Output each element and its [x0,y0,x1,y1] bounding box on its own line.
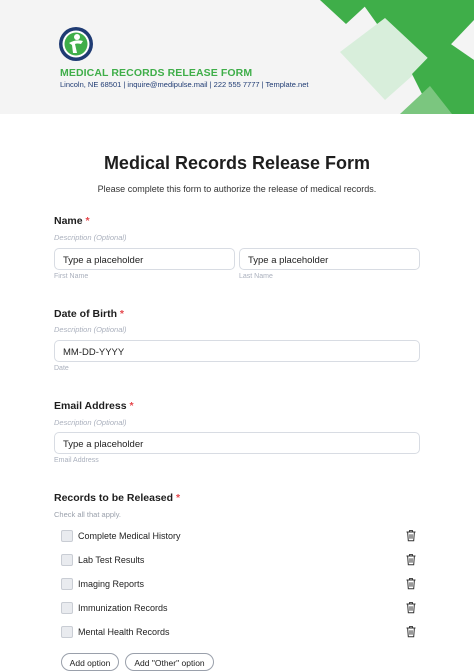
last-name-sublabel: Last Name [239,273,273,280]
dob-label: Date of Birth * [54,308,124,320]
email-label: Email Address * [54,400,134,412]
form-header: MEDICAL RECORDS RELEASE FORM Lincoln, NE… [0,0,474,114]
email-label-text: Email Address [54,400,127,412]
form-title: Medical Records Release Form [103,153,371,173]
dob-input[interactable]: MM-DD-YYYY [54,340,420,362]
dob-label-text: Date of Birth [54,308,117,320]
option-label: Mental Health Records [78,627,170,637]
first-name-input[interactable]: Type a placeholder [54,248,235,270]
first-name-sublabel: First Name [54,273,89,280]
option-label: Immunization Records [78,603,168,613]
trash-icon[interactable] [405,601,417,614]
option-label: Lab Test Results [78,555,145,565]
checkbox[interactable] [61,626,73,638]
dob-description[interactable]: Description (Optional) [54,325,127,334]
last-name-input[interactable]: Type a placeholder [239,248,420,270]
checkbox[interactable] [61,602,73,614]
add-option-button[interactable]: Add option [61,653,119,671]
list-item: Mental Health Records [61,626,421,640]
form-subtitle: Please complete this form to authorize t… [97,184,377,194]
brand-title: MEDICAL RECORDS RELEASE FORM [60,67,253,79]
records-label-text: Records to be Released [54,492,174,504]
name-description[interactable]: Description (Optional) [54,233,127,242]
checkbox[interactable] [61,578,73,590]
checkbox[interactable] [61,530,73,542]
list-item: Lab Test Results [61,554,421,568]
records-label: Records to be Released * [54,492,180,504]
required-asterisk: * [129,400,134,412]
decorative-shapes [320,0,474,114]
dob-sublabel: Date [54,365,69,372]
trash-icon[interactable] [405,625,417,638]
option-label: Imaging Reports [78,579,145,589]
trash-icon[interactable] [405,553,417,566]
email-sublabel: Email Address [54,457,99,464]
trash-icon[interactable] [405,529,417,542]
records-help-text: Check all that apply. [54,510,121,519]
option-label: Complete Medical History [78,531,181,541]
required-asterisk: * [175,492,181,504]
name-label: Name * [54,215,90,227]
add-other-option-button[interactable]: Add "Other" option [125,653,214,671]
name-label-text: Name [54,215,83,227]
list-item: Complete Medical History [61,530,421,544]
list-item: Immunization Records [61,602,421,616]
required-asterisk: * [85,215,90,227]
checkbox[interactable] [61,554,73,566]
email-description[interactable]: Description (Optional) [54,418,127,427]
required-asterisk: * [119,308,125,320]
email-input[interactable]: Type a placeholder [54,432,420,454]
logo-icon [59,27,93,61]
list-item: Imaging Reports [61,578,421,592]
brand-contact: Lincoln, NE 68501 | inquire@medipulse.ma… [60,80,309,89]
trash-icon[interactable] [405,577,417,590]
